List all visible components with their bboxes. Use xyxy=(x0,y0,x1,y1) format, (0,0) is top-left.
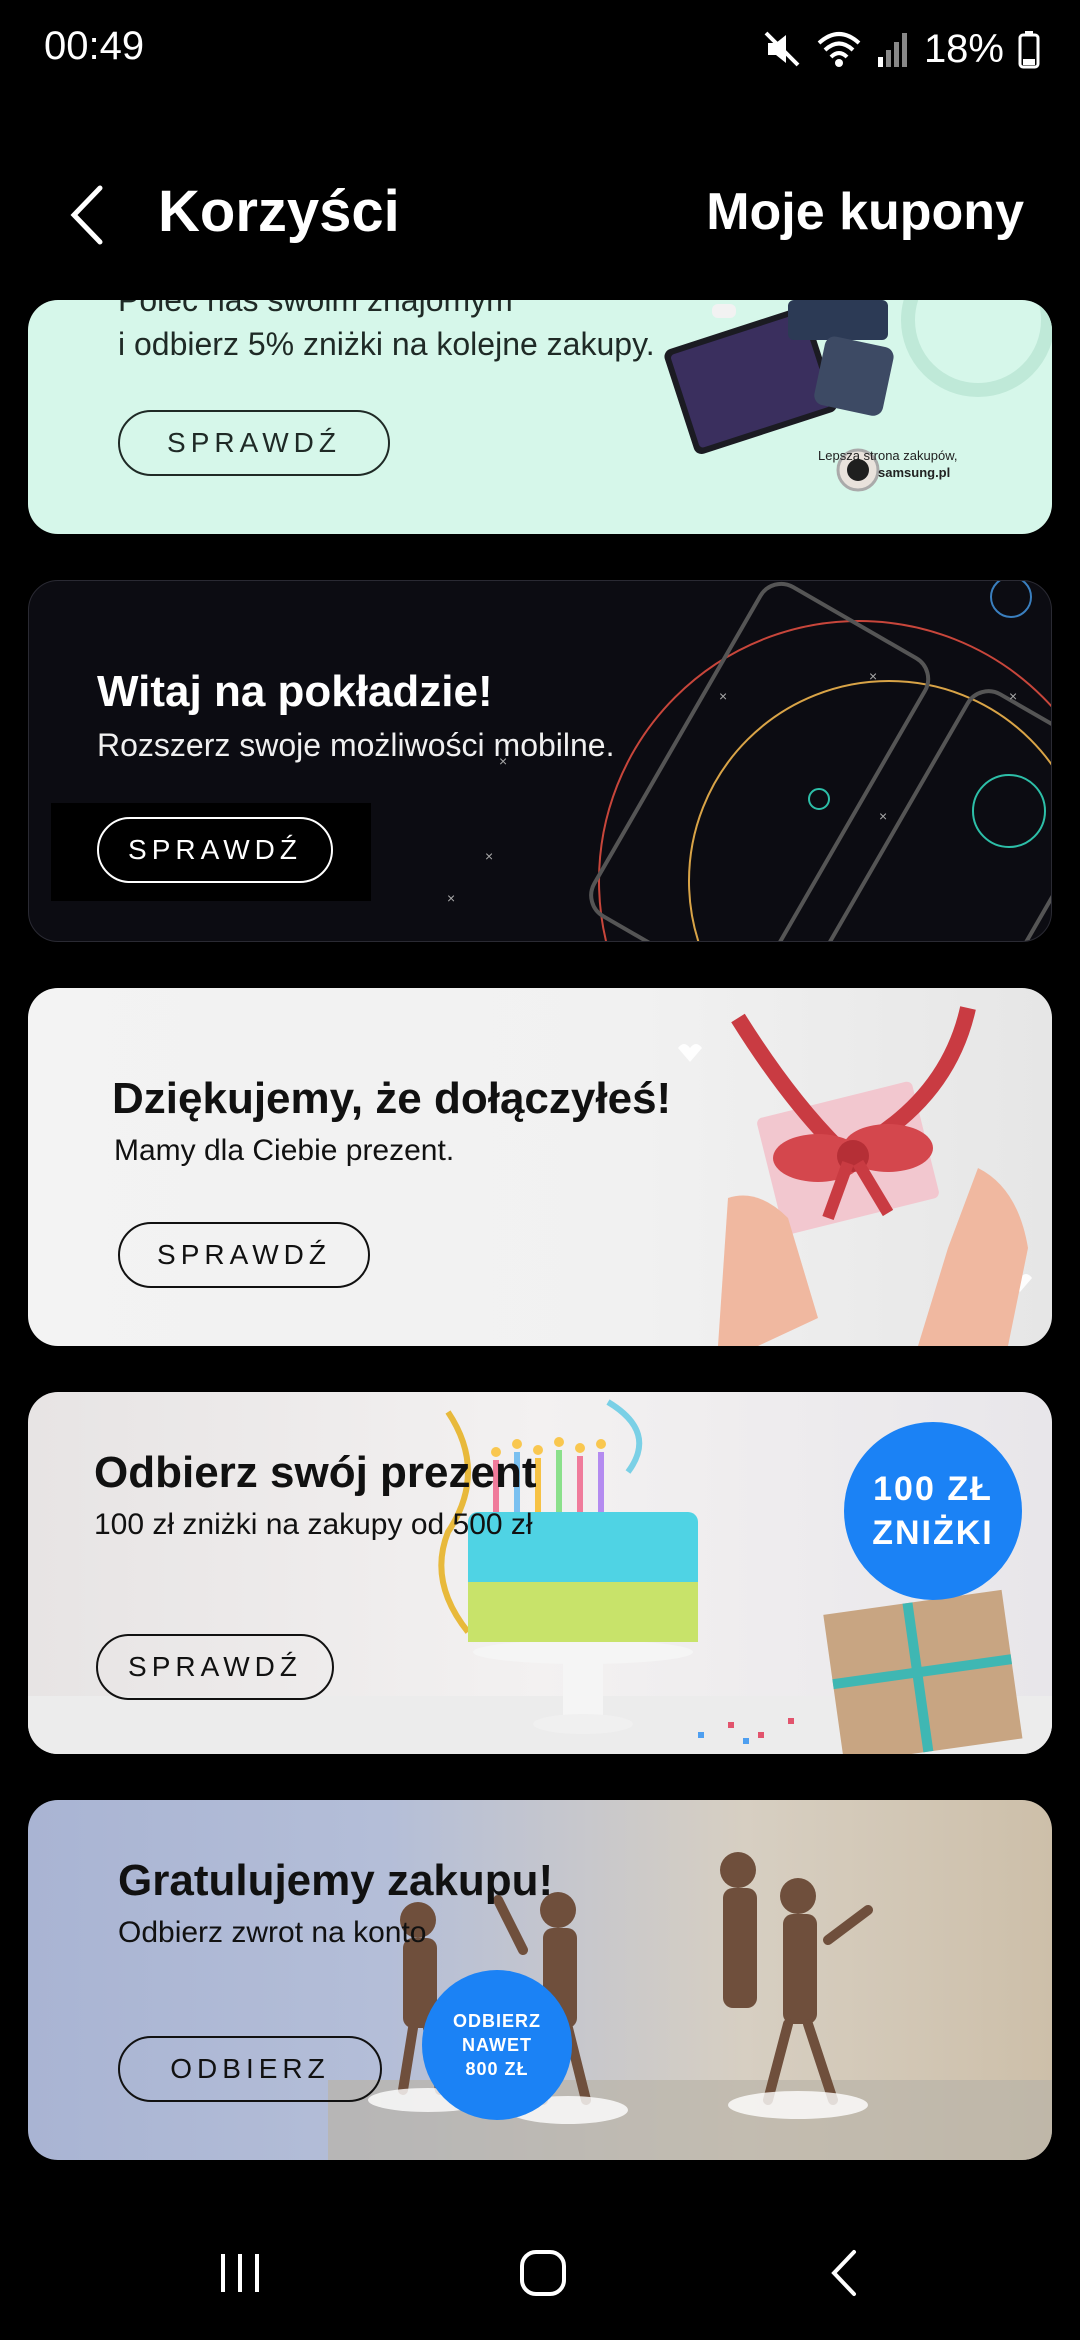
banner-subtitle: Odbierz zwrot na konto xyxy=(118,1916,427,1949)
svg-text:×: × xyxy=(485,848,493,864)
purchase-congrats-banner[interactable]: ODBIERZ NAWET 800 ZŁ Gratulujemy zakupu!… xyxy=(28,1800,1052,2160)
banner-title: Odbierz swój prezent xyxy=(94,1448,537,1497)
app-header: Korzyści Moje kupony xyxy=(0,150,1080,280)
banner-title: Witaj na pokładzie! xyxy=(97,667,493,716)
check-button[interactable]: SPRAWDŹ xyxy=(118,410,390,476)
battery-percent: 18% xyxy=(923,26,1004,71)
banner-subtitle-line2: i odbierz 5% zniżki na kolejne zakupy. xyxy=(118,326,655,362)
banner-title: Gratulujemy zakupu! xyxy=(118,1856,554,1905)
check-button[interactable]: SPRAWDŹ xyxy=(96,1634,334,1700)
thank-you-banner[interactable]: Dziękujemy, że dołączyłeś! Mamy dla Cieb… xyxy=(28,988,1052,1346)
check-button[interactable]: SPRAWDŹ xyxy=(118,1222,370,1288)
wifi-icon xyxy=(817,32,861,67)
welcome-banner[interactable]: ××× ××× ×× Witaj na pokładzie! Rozszerz … xyxy=(28,580,1052,942)
page-title: Korzyści xyxy=(158,179,400,244)
badge-line3: 800 ZŁ xyxy=(465,2059,529,2079)
card1-small-text-2: samsung.pl xyxy=(878,465,950,480)
svg-text:×: × xyxy=(719,688,727,704)
my-coupons-link[interactable]: Moje kupony xyxy=(706,182,1024,242)
referral-banner[interactable]: Poleć nas swoim znajomym i odbierz 5% zn… xyxy=(28,300,1052,534)
svg-text:×: × xyxy=(879,808,887,824)
svg-text:×: × xyxy=(729,938,737,942)
badge-line2: NAWET xyxy=(462,2035,532,2055)
home-icon[interactable] xyxy=(516,2246,570,2300)
battery-icon xyxy=(1018,31,1040,69)
gift-hands-illustration xyxy=(678,1006,1032,1346)
people-beach-illustration xyxy=(328,1852,1052,2160)
check-button[interactable]: SPRAWDŹ xyxy=(97,817,333,883)
recent-apps-icon[interactable] xyxy=(215,2248,265,2298)
banner-subtitle: Rozszerz swoje możliwości mobilne. xyxy=(97,727,615,763)
banner-subtitle-line1: Poleć nas swoim znajomym xyxy=(118,300,513,318)
claim-button[interactable]: ODBIERZ xyxy=(118,2036,382,2102)
badge-line1: ODBIERZ xyxy=(453,2011,541,2031)
devices-illustration: Lepsza strona zakupów, samsung.pl xyxy=(664,300,1052,492)
system-nav-bar xyxy=(0,2220,1080,2340)
cashback-badge: ODBIERZ NAWET 800 ZŁ xyxy=(422,1970,572,2120)
banner-title: Dziękujemy, że dołączyłeś! xyxy=(112,1074,672,1123)
status-icons: 18% xyxy=(762,24,1040,74)
card1-small-text-1: Lepsza strona zakupów, xyxy=(818,448,957,463)
svg-text:×: × xyxy=(869,668,877,684)
svg-text:×: × xyxy=(447,890,455,906)
mute-icon xyxy=(764,31,800,67)
back-arrow-icon[interactable] xyxy=(60,180,120,250)
gift-banner[interactable]: 100 ZŁ ZNIŻKI Odbierz swój prezent 100 z… xyxy=(28,1392,1052,1754)
status-time: 00:49 xyxy=(44,24,145,68)
back-nav-icon[interactable] xyxy=(824,2246,864,2300)
svg-text:×: × xyxy=(1009,688,1017,704)
discount-badge: 100 ZŁ ZNIŻKI xyxy=(844,1422,1022,1600)
badge-line1: 100 ZŁ xyxy=(873,1470,993,1508)
badge-line2: ZNIŻKI xyxy=(872,1514,994,1552)
signal-icon xyxy=(877,33,907,67)
banner-subtitle: 100 zł zniżki na zakupy od 500 zł xyxy=(94,1508,533,1541)
banner-subtitle: Mamy dla Ciebie prezent. xyxy=(114,1134,455,1167)
status-bar: 00:49 18% xyxy=(0,0,1080,100)
